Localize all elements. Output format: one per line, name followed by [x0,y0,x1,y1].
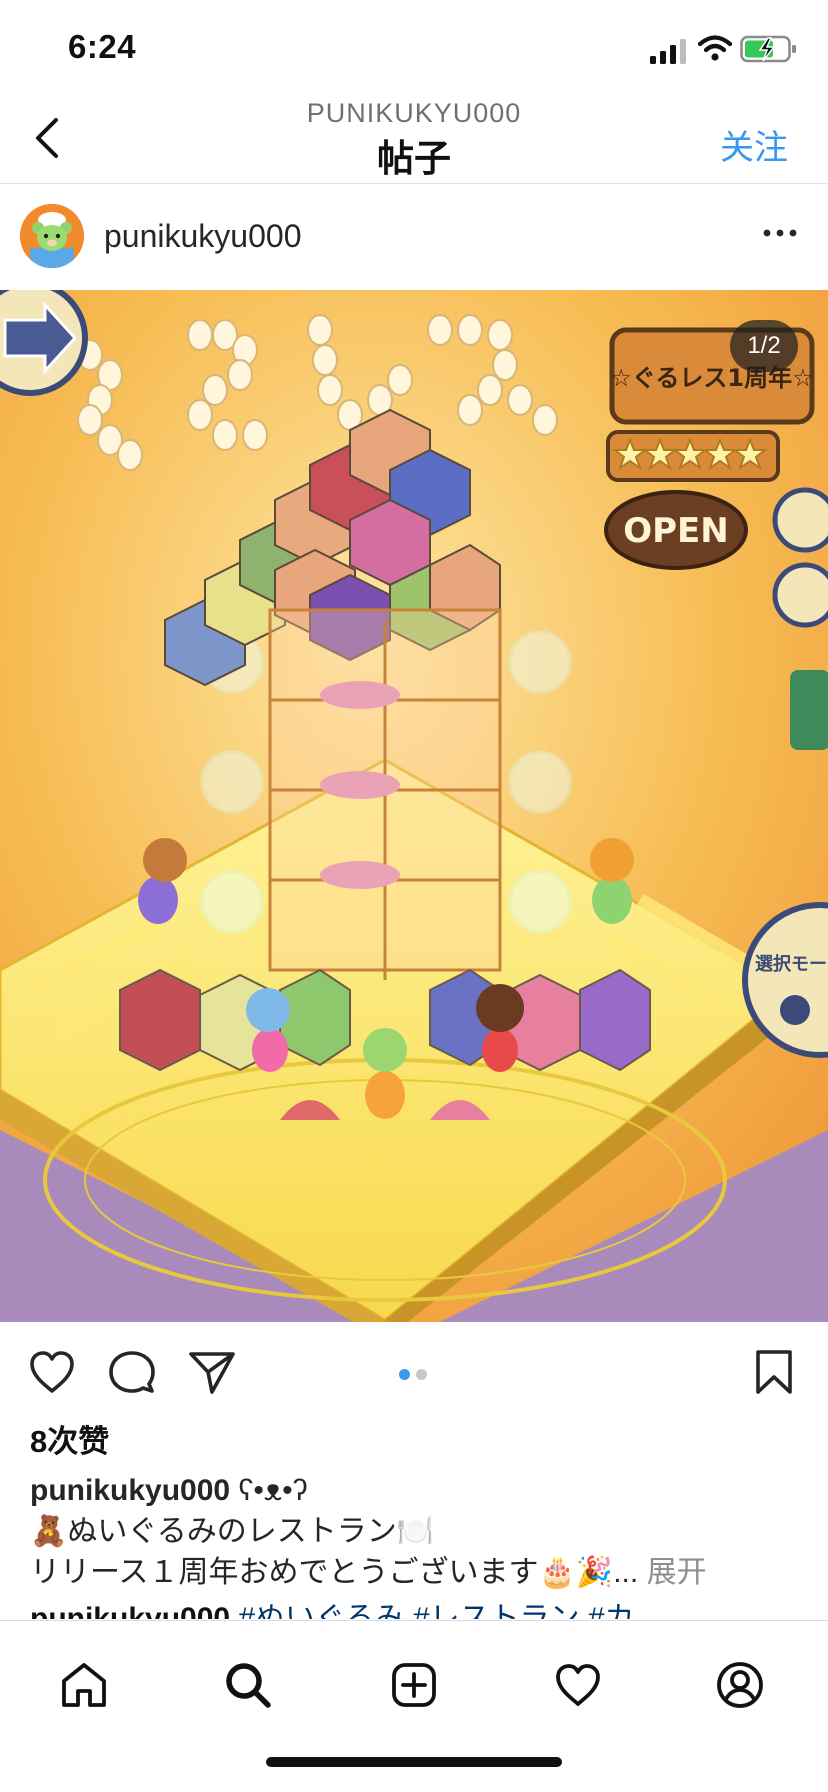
caption-line-2: リリース１周年おめでとうございます🎂🎉 [30,1556,614,1589]
bookmark-icon[interactable] [748,1346,800,1398]
page-title: 帖子 [377,138,451,179]
home-icon[interactable] [58,1659,110,1711]
comment-username[interactable]: punikukyu000 [30,1602,230,1619]
carousel-dot-active [399,1369,410,1380]
nav-subtitle: PUNIKUKYU000 [306,98,522,128]
carousel-indicator [396,1367,430,1385]
activity-icon[interactable] [552,1659,604,1711]
profile-icon[interactable] [714,1659,766,1711]
bottom-tab-bar [0,1620,828,1792]
post-username[interactable]: punikukyu000 [104,218,301,255]
caption-kaomoji: ʕ•ᴥ•ʔ [238,1474,308,1507]
share-icon[interactable] [186,1346,238,1398]
restaurant-illustration: ☆ぐるレス1周年☆ OPEN 選択モー [0,290,828,1322]
image-counter-badge: 1/2 [730,320,798,372]
comment-icon[interactable] [106,1346,158,1398]
status-time: 6:24 [68,28,137,65]
post-caption: punikukyu000 ʕ•ᴥ•ʔ 🧸ぬいぐるみのレストラン🍽️ リリース１周… [30,1470,810,1593]
avatar[interactable] [20,204,84,268]
post-image[interactable]: ☆ぐるレス1周年☆ OPEN 選択モー [0,290,828,1322]
like-count[interactable]: 8次赞 [30,1416,109,1461]
carousel-dot [416,1369,427,1380]
wifi-icon [698,35,732,61]
post-actions [0,1322,828,1418]
nav-header: PUNIKUKYU000 帖子 关注 [0,92,828,184]
home-indicator [266,1757,562,1767]
heart-icon[interactable] [26,1346,78,1398]
caption-ellipsis: ... [613,1556,639,1589]
caption-username[interactable]: punikukyu000 [30,1474,230,1507]
follow-button[interactable]: 关注 [720,120,788,169]
caption-line-1: 🧸ぬいぐるみのレストラン🍽️ [30,1515,435,1548]
mode-badge-text: 選択モード [755,954,828,975]
more-options-icon[interactable] [762,228,798,238]
expand-caption-link[interactable]: 展开 [647,1556,707,1589]
open-sign-text: OPEN [623,511,729,551]
comment-hashtags[interactable]: #ぬいぐるみ #レストラン #カ [238,1602,634,1619]
bear-chef-avatar-icon [20,204,84,268]
battery-charging-icon [740,35,796,63]
comment-preview[interactable]: punikukyu000 #ぬいぐるみ #レストラン #カ [30,1597,810,1619]
create-icon[interactable] [388,1659,440,1711]
status-bar: 6:24 [0,0,828,90]
post-header: punikukyu000 [0,184,828,290]
cellular-signal-icon [650,39,686,64]
search-icon[interactable] [222,1659,274,1711]
